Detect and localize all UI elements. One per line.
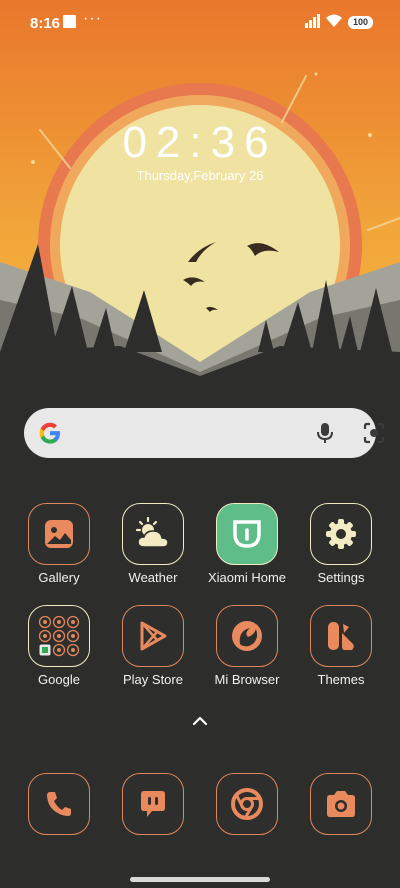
phone-icon [28,773,90,835]
app-label: Themes [317,672,365,687]
more-notifications-icon: ··· [83,10,102,27]
play-store-icon [122,605,184,667]
status-time: 8:16 [30,15,61,32]
app-label: Mi Browser [214,672,280,687]
app-play-store[interactable]: Play Store [103,605,203,705]
wifi-icon [326,14,342,27]
xiaomi-home-icon [216,503,278,565]
app-label: Google [38,672,80,687]
google-search-bar[interactable] [24,408,385,458]
dock-messages[interactable] [103,773,203,873]
weather-icon [122,503,184,565]
lens-icon[interactable] [363,422,385,444]
mi-browser-icon [216,605,278,667]
mic-icon[interactable] [314,421,336,445]
gear-icon [310,503,372,565]
camera-icon [310,773,372,835]
app-settings[interactable]: Settings [291,503,391,603]
battery-icon: 100 [348,16,373,29]
app-label: Xiaomi Home [207,570,287,585]
gallery-icon [28,503,90,565]
app-label: Settings [317,570,365,585]
app-xiaomi-home[interactable]: Xiaomi Home [197,503,297,603]
notification-icon [63,15,76,28]
google-g-icon [39,422,60,444]
app-label: Play Store [123,672,183,687]
app-google-folder[interactable]: Google [9,605,109,705]
signal-icon [305,14,320,28]
clock-widget[interactable]: 02:36 [0,118,400,168]
date-label[interactable]: Thursday,February 26 [0,168,400,183]
app-gallery[interactable]: Gallery [9,503,109,603]
themes-icon [310,605,372,667]
dock-camera[interactable] [291,773,391,873]
chevron-up-icon[interactable] [190,714,210,728]
dock-phone[interactable] [9,773,109,873]
app-themes[interactable]: Themes [291,605,391,705]
app-weather[interactable]: Weather [103,503,203,603]
google-folder-icon [28,605,90,667]
messages-icon [122,773,184,835]
app-label: Weather [128,570,178,585]
app-mi-browser[interactable]: Mi Browser [197,605,297,705]
status-bar: 8:16 ··· 100 [0,0,400,44]
chrome-icon [216,773,278,835]
app-label: Gallery [38,570,80,585]
gesture-navigation-bar[interactable] [130,877,270,882]
dock-chrome[interactable] [197,773,297,873]
